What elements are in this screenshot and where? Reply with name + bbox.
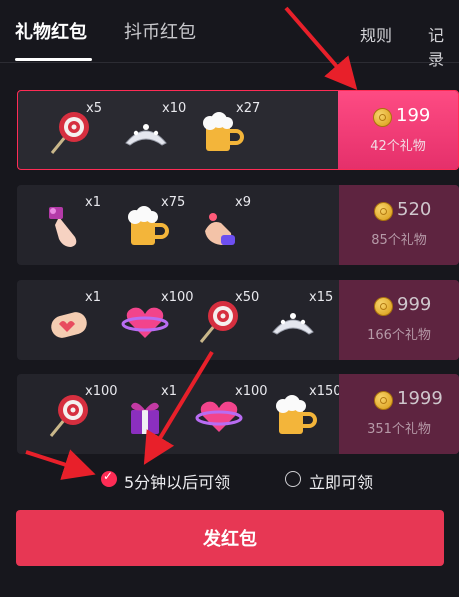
tab-divider xyxy=(0,62,459,63)
gift-count: x27 xyxy=(236,101,261,116)
package-card-999[interactable]: x1 x100 x50 x15 999 166个礼物 xyxy=(17,280,459,360)
finger-heart-icon xyxy=(205,213,235,245)
gift-count: x1 xyxy=(85,290,101,305)
coin-amount: 999 xyxy=(397,294,432,315)
option-delayed-label[interactable]: 5分钟以后可领 xyxy=(124,469,230,493)
gift-count: x150 xyxy=(309,384,342,399)
active-tab-indicator xyxy=(15,58,92,61)
heart-planet-icon xyxy=(195,401,243,432)
tab-gift-red-packet[interactable]: 礼物红包 xyxy=(15,18,87,44)
coin-amount: 199 xyxy=(396,105,431,126)
price-panel: 199 42个礼物 xyxy=(338,91,458,169)
gift-item: x50 xyxy=(189,288,259,352)
gift-item: x1 xyxy=(115,382,185,446)
radio-immediate[interactable] xyxy=(285,471,301,487)
tab-coin-red-packet[interactable]: 抖币红包 xyxy=(124,18,196,44)
gift-total: 42个礼物 xyxy=(370,139,426,154)
heart-planet-icon xyxy=(121,307,169,338)
coin-amount: 520 xyxy=(397,199,432,220)
gift-count: x100 xyxy=(85,384,118,399)
gift-item: x5 xyxy=(40,99,110,163)
rules-link[interactable]: 规则 xyxy=(360,22,392,46)
coin-icon xyxy=(374,202,393,221)
price-panel: 1999 351个礼物 xyxy=(339,374,459,454)
pointing-hand-icon xyxy=(49,207,77,247)
coin-icon xyxy=(374,297,393,316)
gift-total: 351个礼物 xyxy=(367,422,431,437)
gift-item: x75 xyxy=(115,193,185,257)
beer-mug-icon xyxy=(203,112,244,151)
beer-mug-icon xyxy=(128,206,169,245)
claim-options: 5分钟以后可领 立即可领 xyxy=(0,468,459,494)
gift-item: x10 xyxy=(116,99,186,163)
beer-mug-icon xyxy=(276,395,317,434)
tiara-icon xyxy=(125,124,167,146)
package-card-1999[interactable]: x100 x1 x100 x150 1999 351个礼物 xyxy=(17,374,459,454)
tiara-icon xyxy=(272,313,314,335)
gift-item: x150 xyxy=(263,382,342,446)
glove-icon xyxy=(51,312,87,338)
coin-amount: 1999 xyxy=(397,388,443,409)
gift-count: x5 xyxy=(86,101,102,116)
gift-count: x1 xyxy=(85,195,101,210)
package-card-199[interactable]: x5 x10 x27 199 42个礼物 xyxy=(17,90,459,170)
lollipop-icon xyxy=(49,395,88,437)
coin-icon xyxy=(373,108,392,127)
tab-bar: 礼物红包 抖币红包 规则 记录 xyxy=(0,0,459,69)
price-panel: 520 85个礼物 xyxy=(339,185,459,265)
send-red-packet-button[interactable]: 发红包 xyxy=(16,510,444,566)
gift-total: 166个礼物 xyxy=(367,328,431,343)
gift-item: x100 xyxy=(189,382,268,446)
gift-count: x10 xyxy=(162,101,187,116)
option-immediate-label[interactable]: 立即可领 xyxy=(309,469,373,493)
lollipop-icon xyxy=(50,112,89,154)
gift-count: x1 xyxy=(161,384,177,399)
gift-item: x100 xyxy=(115,288,194,352)
gift-item: x9 xyxy=(189,193,259,257)
price-panel: 999 166个礼物 xyxy=(339,280,459,360)
gift-item: x1 xyxy=(39,193,109,257)
gift-count: x15 xyxy=(309,290,334,305)
gift-count: x9 xyxy=(235,195,251,210)
gift-box-icon xyxy=(131,402,159,434)
lollipop-icon xyxy=(199,301,238,343)
gift-item: x1 xyxy=(39,288,109,352)
radio-delayed-checked[interactable] xyxy=(101,469,117,487)
gift-total: 85个礼物 xyxy=(371,233,427,248)
coin-icon xyxy=(374,391,393,410)
package-card-520[interactable]: x1 x75 x9 520 85个礼物 xyxy=(17,185,459,265)
gift-item: x15 xyxy=(263,288,333,352)
gift-item: x100 xyxy=(39,382,118,446)
gift-item: x27 xyxy=(190,99,260,163)
gift-count: x50 xyxy=(235,290,260,305)
gift-count: x75 xyxy=(161,195,186,210)
